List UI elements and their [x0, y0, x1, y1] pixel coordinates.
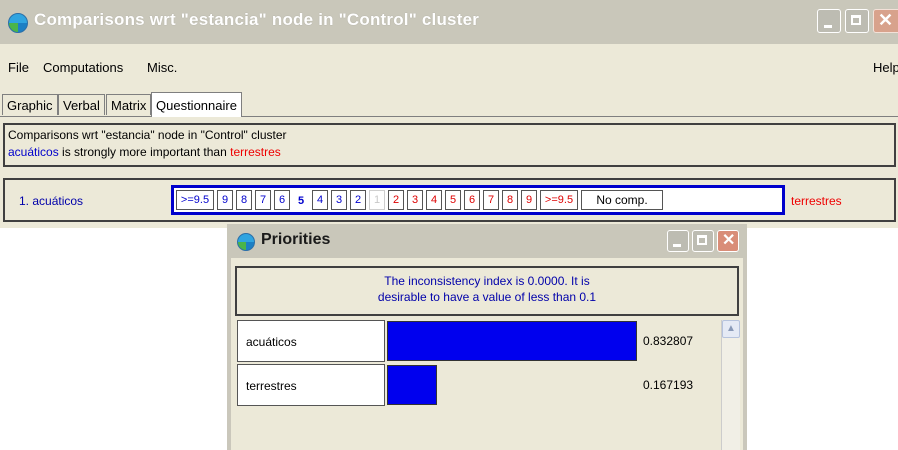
- priority-bar-area: [387, 320, 641, 362]
- close-button[interactable]: ✕: [873, 9, 898, 33]
- scale-cell[interactable]: 3: [407, 190, 423, 210]
- scroll-up-button[interactable]: ▲: [722, 320, 740, 338]
- menu-help[interactable]: Help: [873, 60, 898, 75]
- no-comparison-button[interactable]: No comp.: [581, 190, 663, 210]
- description-left-node: acuáticos: [8, 145, 59, 159]
- tab-questionnaire[interactable]: Questionnaire: [151, 92, 242, 117]
- description-right-node: terrestres: [230, 145, 281, 159]
- minimize-button[interactable]: [817, 9, 841, 33]
- tab-bar: Graphic Verbal Matrix Questionnaire: [0, 92, 898, 117]
- scale-cell[interactable]: 3: [331, 190, 347, 210]
- scale-cell[interactable]: 7: [255, 190, 271, 210]
- priorities-table: acuáticos 0.832807 terrestres 0.167193: [237, 320, 721, 450]
- menu-computations[interactable]: Computations: [43, 60, 123, 75]
- scale-cell[interactable]: 2: [388, 190, 404, 210]
- inconsistency-line-2: desirable to have a value of less than 0…: [377, 290, 597, 304]
- tab-graphic[interactable]: Graphic: [2, 94, 58, 115]
- scale-cell[interactable]: 8: [236, 190, 252, 210]
- app-icon: [8, 13, 28, 33]
- priorities-title-bar[interactable]: Priorities ✕: [227, 224, 747, 258]
- scale-cell[interactable]: 6: [274, 190, 290, 210]
- window-title: Comparisons wrt "estancia" node in "Cont…: [34, 10, 480, 29]
- tab-matrix[interactable]: Matrix: [106, 94, 152, 115]
- inconsistency-message: The inconsistency index is 0.0000. It is…: [235, 266, 739, 316]
- scale-cell[interactable]: >=9.5: [540, 190, 578, 210]
- priority-value: 0.832807: [643, 334, 694, 348]
- scale-cell[interactable]: 4: [426, 190, 442, 210]
- questionnaire-row: 1. acuáticos >=9.5 9 8 7 6 5 4 3 2 1 2 3 4 5 6 7 8 9 >=9.5…: [3, 178, 896, 222]
- menu-misc[interactable]: Misc.: [147, 60, 177, 75]
- priority-value: 0.167193: [643, 378, 694, 392]
- vertical-scrollbar[interactable]: ▲: [721, 320, 740, 450]
- priority-label: terrestres: [237, 364, 385, 406]
- scale-cell[interactable]: 5: [445, 190, 461, 210]
- scale-cell[interactable]: 9: [521, 190, 537, 210]
- close-icon: ✕: [878, 10, 894, 30]
- priorities-close-button[interactable]: ✕: [717, 230, 739, 252]
- maximize-button[interactable]: [845, 9, 869, 33]
- question-right-node: terrestres: [791, 194, 842, 208]
- scale-cell[interactable]: 6: [464, 190, 480, 210]
- scale-cell[interactable]: 4: [312, 190, 328, 210]
- comparison-window: Comparisons wrt "estancia" node in "Cont…: [0, 0, 898, 228]
- scale-cell[interactable]: 8: [502, 190, 518, 210]
- app-icon: [237, 233, 255, 251]
- priority-bar: [387, 365, 437, 405]
- priority-label: acuáticos: [237, 320, 385, 362]
- inconsistency-line-1: The inconsistency index is 0.0000. It is: [384, 274, 590, 288]
- comparison-description: Comparisons wrt "estancia" node in "Cont…: [3, 123, 896, 167]
- menu-file[interactable]: File: [8, 60, 29, 75]
- scale-cell[interactable]: 9: [217, 190, 233, 210]
- priorities-maximize-button[interactable]: [692, 230, 714, 252]
- description-verbal: is strongly more important than: [58, 145, 231, 159]
- priority-bar: [387, 321, 637, 361]
- comparison-scale: >=9.5 9 8 7 6 5 4 3 2 1 2 3 4 5 6 7 8 9 >=9.5 No comp.: [171, 185, 785, 215]
- priorities-window: Priorities ✕ The inconsistency index is …: [227, 224, 747, 450]
- description-line-1: Comparisons wrt "estancia" node in "Cont…: [8, 128, 287, 142]
- title-bar[interactable]: Comparisons wrt "estancia" node in "Cont…: [0, 0, 898, 44]
- priorities-title: Priorities: [261, 231, 331, 248]
- priority-row: acuáticos 0.832807: [237, 320, 721, 362]
- scale-cell[interactable]: >=9.5: [176, 190, 214, 210]
- description-line-2: acuáticos is strongly more important tha…: [8, 145, 281, 159]
- close-icon: ✕: [722, 232, 736, 249]
- scale-cell[interactable]: 1: [369, 190, 385, 210]
- tab-verbal[interactable]: Verbal: [58, 94, 105, 115]
- scale-cell[interactable]: 2: [350, 190, 366, 210]
- priority-bar-area: [387, 364, 641, 406]
- priorities-minimize-button[interactable]: [667, 230, 689, 252]
- scale-cell[interactable]: 7: [483, 190, 499, 210]
- scale-cell[interactable]: 5: [293, 192, 309, 212]
- menu-bar: File Computations Misc. Help: [0, 55, 898, 81]
- priority-row: terrestres 0.167193: [237, 364, 721, 406]
- question-left-node: 1. acuáticos: [19, 194, 84, 208]
